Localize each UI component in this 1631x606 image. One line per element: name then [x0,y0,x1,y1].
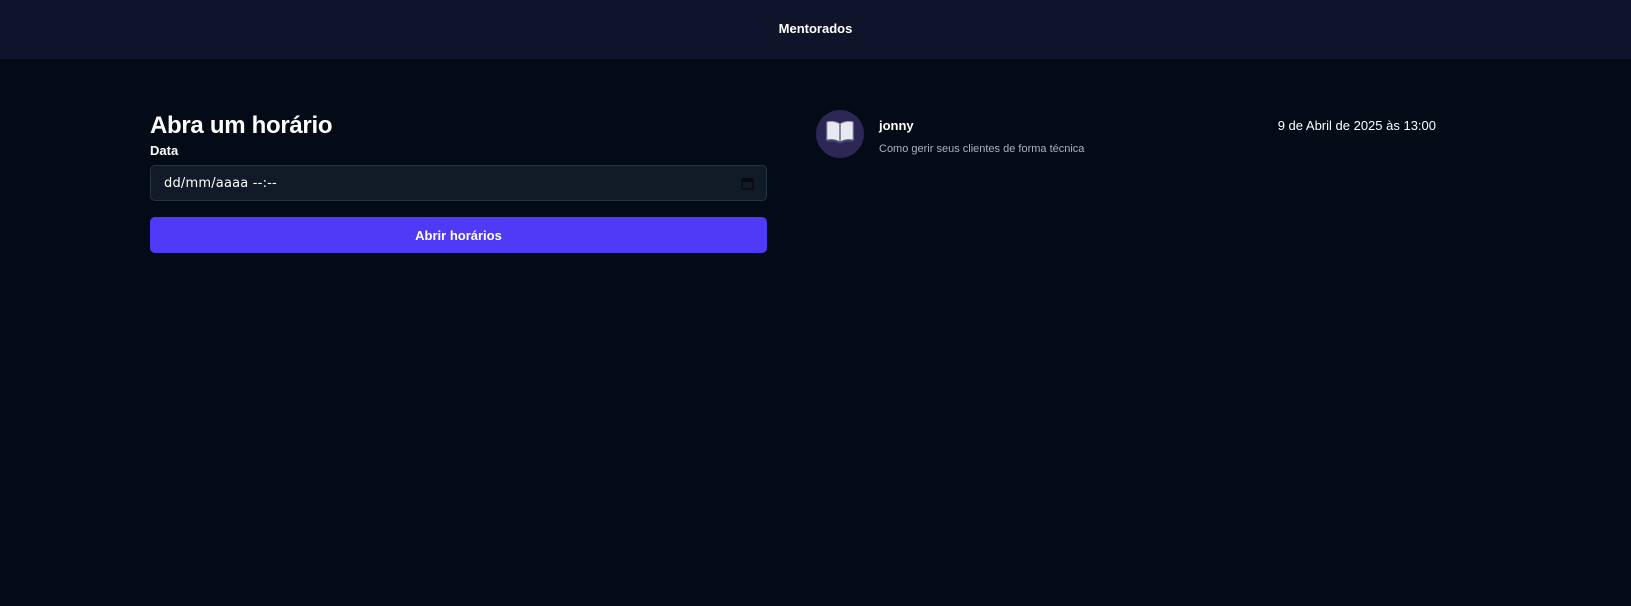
calendar-icon[interactable] [740,176,754,190]
page-title: Abra um horário [150,112,333,139]
top-navbar: Mentorados [0,0,1631,59]
main-content: Abra um horário Data dd/mm/aaaa --:-- Ab… [0,59,1631,606]
open-book-icon [825,119,855,150]
datetime-input[interactable]: dd/mm/aaaa --:-- [150,165,767,201]
nav-title[interactable]: Mentorados [779,21,853,36]
open-slots-button[interactable]: Abrir horários [150,217,767,253]
mentee-name: jonny [879,118,914,133]
avatar [816,110,864,158]
session-topic: Como gerir seus clientes de forma técnic… [879,143,1085,155]
session-datetime: 9 de Abril de 2025 às 13:00 [1277,118,1436,133]
date-label: Data [150,143,179,158]
session-item[interactable]: jonny Como gerir seus clientes de forma … [816,110,1436,160]
datetime-input-value: dd/mm/aaaa --:-- [164,175,277,191]
open-slot-form: Abra um horário Data dd/mm/aaaa --:-- Ab… [150,111,767,253]
